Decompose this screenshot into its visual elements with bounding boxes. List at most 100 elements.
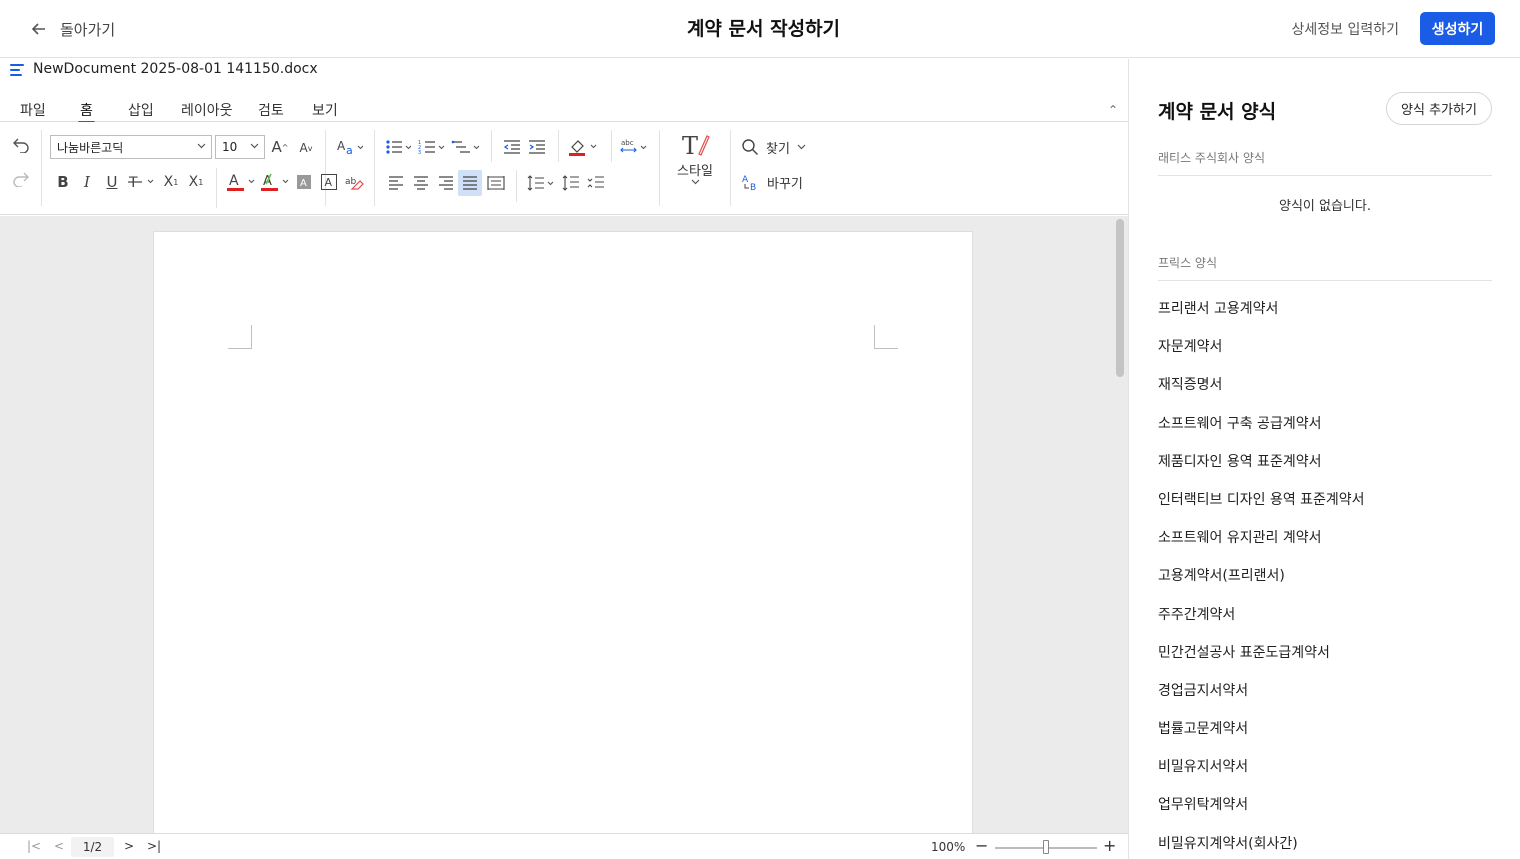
multilevel-list-icon[interactable] [451, 136, 483, 158]
template-item[interactable]: 주주간계약서 [1158, 605, 1492, 643]
find-button[interactable]: 찾기 [741, 135, 813, 159]
template-item[interactable]: 법률고문계약서 [1158, 719, 1492, 757]
toolbar-separator [516, 170, 517, 202]
template-item[interactable]: 소프트웨어 구축 공급계약서 [1158, 414, 1492, 452]
document-menu-icon[interactable] [10, 64, 24, 76]
line-spacing-icon[interactable] [527, 172, 557, 194]
last-page-icon[interactable]: >| [147, 839, 161, 853]
template-list: 프리랜서 고용계약서 자문계약서 재직증명서 소프트웨어 구축 공급계약서 제품디자인 … [1158, 299, 1492, 859]
paragraph-spacing-after-icon[interactable] [585, 172, 607, 194]
section-divider [1158, 280, 1492, 281]
document-header: NewDocument 2025-08-01 141150.docx [0, 59, 1128, 87]
document-page[interactable] [153, 231, 973, 833]
align-center-icon[interactable] [410, 172, 432, 194]
toolbar-separator [558, 130, 559, 162]
svg-text:abc: abc [621, 139, 634, 147]
distribute-icon[interactable] [485, 172, 507, 194]
vertical-scrollbar[interactable] [1116, 219, 1124, 377]
first-page-icon[interactable]: |< [27, 839, 41, 853]
subscript-icon[interactable]: X1 [161, 172, 181, 192]
toolbar-separator [611, 130, 612, 162]
superscript-icon[interactable]: X1 [186, 172, 206, 192]
font-size-select[interactable]: 10 [215, 135, 265, 159]
toolbar-separator [41, 130, 42, 206]
template-item[interactable]: 프리랜서 고용계약서 [1158, 299, 1492, 337]
align-right-icon[interactable] [435, 172, 457, 194]
decrease-indent-icon[interactable] [501, 136, 523, 158]
create-button[interactable]: 생성하기 [1420, 12, 1495, 45]
font-family-select[interactable]: 나눔바른고딕 [50, 135, 212, 159]
chevron-up-icon[interactable]: ⌃ [1108, 103, 1118, 117]
style-label: 스타일 [677, 164, 713, 179]
change-case-icon[interactable]: Aa [336, 136, 366, 158]
tab-file[interactable]: 파일 [20, 100, 46, 122]
undo-icon[interactable] [10, 134, 32, 156]
back-button[interactable]: 돌아가기 [30, 16, 115, 42]
spacing-icon[interactable]: abc [620, 136, 652, 158]
document-filename: NewDocument 2025-08-01 141150.docx [33, 61, 318, 77]
toolbar-separator [216, 168, 217, 208]
toolbar-separator [491, 130, 492, 162]
template-item[interactable]: 고용계약서(프리랜서) [1158, 566, 1492, 604]
template-item[interactable]: 경업금지서약서 [1158, 681, 1492, 719]
font-grow-icon[interactable]: A ^ [270, 136, 290, 158]
text-border-icon[interactable]: A [319, 172, 339, 192]
font-family-value: 나눔바른고딕 [57, 140, 124, 155]
font-shrink-icon[interactable]: Av [297, 138, 315, 158]
italic-icon[interactable]: I [79, 172, 95, 192]
template-item[interactable]: 비밀유지계약서(회사간) [1158, 834, 1492, 859]
style-button[interactable]: T 스타일 [672, 130, 718, 208]
ribbon-tabs: 파일 홈 삽입 레이아웃 검토 보기 ⌃ [0, 95, 1128, 124]
tab-home[interactable]: 홈 [78, 100, 95, 124]
tab-review[interactable]: 검토 [258, 100, 284, 122]
template-item[interactable]: 제품디자인 용역 표준계약서 [1158, 452, 1492, 490]
svg-text:A: A [742, 175, 749, 185]
numbered-list-icon[interactable]: 123 [418, 136, 448, 158]
template-item[interactable]: 업무위탁계약서 [1158, 795, 1492, 833]
add-template-button[interactable]: 양식 추가하기 [1386, 92, 1492, 125]
find-label: 찾기 [766, 141, 790, 157]
bullet-list-icon[interactable] [385, 136, 415, 158]
font-color-icon[interactable]: A [226, 170, 258, 194]
paragraph-spacing-before-icon[interactable] [560, 172, 582, 194]
prix-templates-heading: 프릭스 양식 [1158, 256, 1218, 270]
underline-icon[interactable]: U [103, 172, 121, 192]
redo-icon[interactable] [10, 168, 32, 190]
template-item[interactable]: 비밀유지서약서 [1158, 757, 1492, 795]
page-indicator[interactable]: 1/2 [71, 837, 114, 857]
prev-page-icon[interactable]: < [54, 839, 64, 853]
bold-icon[interactable]: B [54, 172, 72, 192]
replace-label: 바꾸기 [767, 176, 803, 192]
font-size-value: 10 [222, 140, 238, 154]
zoom-slider-thumb[interactable] [1043, 840, 1049, 854]
template-item[interactable]: 민간건설공사 표준도급계약서 [1158, 643, 1492, 681]
replace-button[interactable]: AB 바꾸기 [742, 170, 812, 194]
template-item[interactable]: 소프트웨어 유지관리 계약서 [1158, 528, 1492, 566]
tab-layout[interactable]: 레이아웃 [181, 100, 233, 122]
template-item[interactable]: 인터랙티브 디자인 용역 표준계약서 [1158, 490, 1492, 528]
detail-info-link[interactable]: 상세정보 입력하기 [1292, 19, 1400, 39]
template-item[interactable]: 자문계약서 [1158, 337, 1492, 375]
toolbar-separator [374, 130, 375, 206]
chevron-down-icon [691, 179, 699, 185]
tab-insert[interactable]: 삽입 [128, 100, 154, 122]
align-justify-icon[interactable] [458, 170, 482, 196]
template-item[interactable]: 재직증명서 [1158, 375, 1492, 413]
svg-text:A: A [300, 178, 307, 189]
next-page-icon[interactable]: > [124, 839, 134, 853]
strikethrough-icon[interactable]: T [128, 172, 156, 192]
align-left-icon[interactable] [385, 172, 407, 194]
paragraph-shading-icon[interactable] [568, 135, 600, 159]
template-panel: 계약 문서 양식 양식 추가하기 래티스 주식회사 양식 양식이 없습니다. 프… [1128, 59, 1520, 859]
back-label: 돌아가기 [60, 20, 116, 39]
shading-icon[interactable]: A [295, 172, 313, 192]
highlight-color-icon[interactable]: A [260, 170, 292, 194]
margin-marker [874, 325, 898, 349]
svg-text:T: T [682, 132, 698, 160]
zoom-in-icon[interactable]: + [1103, 836, 1116, 855]
zoom-out-icon[interactable]: − [975, 836, 988, 855]
tab-view[interactable]: 보기 [312, 100, 338, 122]
increase-indent-icon[interactable] [526, 136, 548, 158]
zoom-value: 100% [931, 840, 966, 854]
clear-format-icon[interactable]: ab [343, 172, 365, 192]
